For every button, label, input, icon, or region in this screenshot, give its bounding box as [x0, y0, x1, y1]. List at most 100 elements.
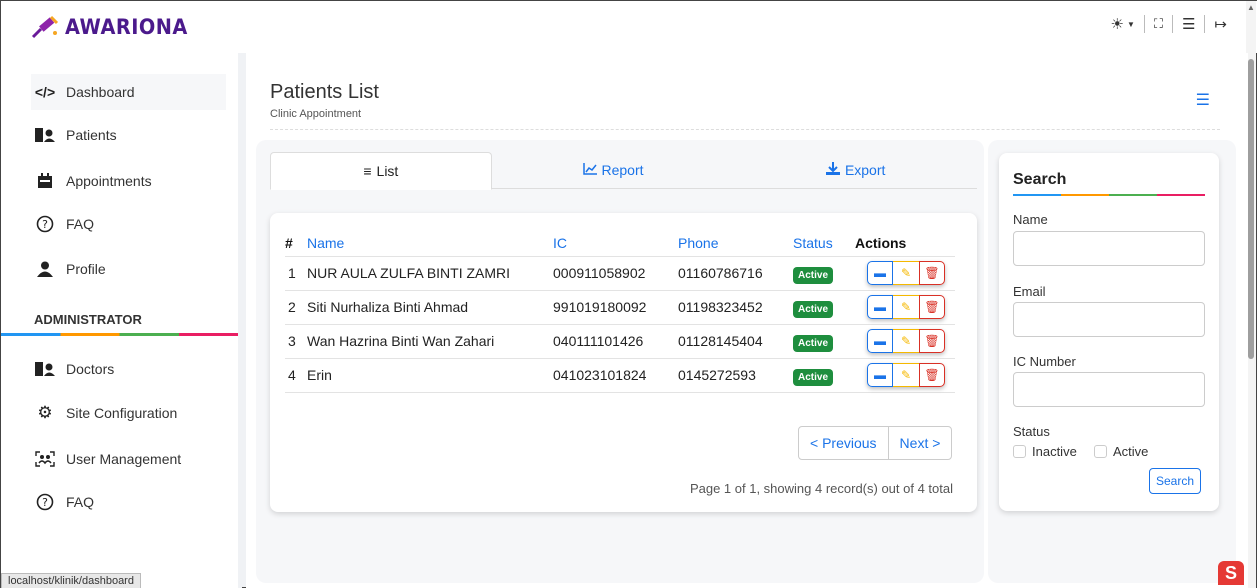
delete-button[interactable]: 🗑: [919, 261, 945, 285]
row-action-group: ▬ ✎ 🗑: [867, 363, 945, 387]
edit-button[interactable]: ✎: [893, 261, 919, 285]
folder-open-icon: ▬: [874, 266, 886, 280]
caret-down-icon: ▼: [1126, 19, 1135, 29]
delete-button[interactable]: 🗑: [919, 363, 945, 387]
tab-bar: ≡ List Report Export: [270, 152, 977, 190]
ic-number-field[interactable]: [1013, 372, 1205, 407]
column-header-phone[interactable]: Phone: [678, 230, 793, 256]
column-header-actions: Actions: [855, 234, 907, 251]
table-row: 1 NUR AULA ZULFA BINTI ZAMRI 00091105890…: [285, 255, 955, 290]
brand[interactable]: AWARIONA: [31, 15, 198, 39]
question-icon: ?: [34, 215, 56, 233]
fullscreen-button[interactable]: ⛶: [1145, 16, 1172, 32]
patient-name: Wan Hazrina Binti Wan Zahari: [307, 323, 553, 358]
delete-button[interactable]: 🗑: [919, 329, 945, 353]
sidebar-item-label: Doctors: [66, 361, 115, 377]
active-checkbox[interactable]: Active: [1094, 444, 1148, 459]
actions-cell: ▬ ✎ 🗑: [855, 255, 955, 290]
gear-icon: ⚙: [37, 403, 53, 422]
sidebar-item-label: Dashboard: [66, 84, 135, 100]
sidebar-item-label: User Management: [66, 451, 182, 467]
align-icon: ☰: [1181, 16, 1196, 33]
patient-name: Siti Nurhaliza Binti Ahmad: [307, 289, 553, 324]
tab-export[interactable]: Export: [734, 152, 977, 188]
sidebar-item-label: Profile: [66, 261, 106, 277]
sidebar-item-patients[interactable]: Patients: [31, 117, 226, 153]
trash-icon: 🗑: [924, 368, 940, 382]
view-button[interactable]: ▬: [867, 329, 893, 353]
tab-label: List: [376, 163, 399, 179]
patient-ic: 991019180092: [553, 289, 678, 324]
view-button[interactable]: ▬: [867, 261, 893, 285]
patient-phone: 0145272593: [678, 357, 793, 393]
edit-icon: ✎: [900, 266, 912, 280]
sidebar-item-label: FAQ: [66, 216, 95, 232]
patient-ic: 040111101426: [553, 323, 678, 358]
email-label: Email: [1013, 284, 1046, 299]
sidebar-item-label: Patients: [66, 127, 117, 143]
table-header-row: # Name IC Phone Status Actions: [285, 230, 955, 256]
hamburger-menu-icon[interactable]: ☰: [1196, 90, 1210, 110]
patient-phone: 01198323452: [678, 289, 793, 324]
column-header-name[interactable]: Name: [307, 230, 553, 256]
page-subtitle: Clinic Appointment: [270, 108, 362, 120]
column-header-ic[interactable]: IC: [553, 230, 678, 256]
sidebar-item-appointments[interactable]: Appointments: [31, 163, 226, 199]
patient-ic: 041023101824: [553, 357, 678, 393]
row-number: 1: [285, 255, 307, 290]
logout-button[interactable]: ↦: [1205, 15, 1236, 33]
previous-page-button[interactable]: < Previous: [799, 427, 888, 459]
doctors-icon: [34, 361, 56, 377]
checkbox-box[interactable]: [1094, 445, 1107, 458]
sidebar-item-user-management[interactable]: User Management: [31, 441, 226, 477]
name-field[interactable]: [1013, 231, 1205, 266]
top-bar: AWARIONA ☀ ▼ ⛶ ☰ ↦: [1, 1, 1257, 53]
tab-label: Report: [601, 162, 644, 178]
scroll-thumb[interactable]: [1248, 59, 1254, 359]
sidebar-item-site-configuration[interactable]: ⚙ Site Configuration: [31, 395, 226, 431]
sidebar-item-label: Site Configuration: [66, 405, 178, 421]
section-title-administrator: ADMINISTRATOR: [34, 312, 142, 327]
sidebar-item-faq[interactable]: ? FAQ: [31, 206, 226, 242]
row-action-group: ▬ ✎ 🗑: [867, 295, 945, 319]
theme-toggle[interactable]: ☀ ▼: [1101, 15, 1143, 33]
row-action-group: ▬ ✎ 🗑: [867, 329, 945, 353]
edit-button[interactable]: ✎: [893, 295, 919, 319]
ic-number-label: IC Number: [1013, 354, 1076, 369]
align-button[interactable]: ☰: [1173, 15, 1204, 33]
tab-list[interactable]: ≡ List: [270, 152, 492, 190]
edit-icon: ✎: [900, 334, 912, 348]
next-page-button[interactable]: Next >: [887, 427, 952, 459]
search-title-divider: [1013, 194, 1205, 196]
folder-open-icon: ▬: [874, 300, 886, 314]
sidebar-item-admin-faq[interactable]: ? FAQ: [31, 484, 226, 520]
scroll-up-icon[interactable]: ▲: [1247, 3, 1255, 12]
checkbox-box[interactable]: [1013, 445, 1026, 458]
search-title: Search: [1013, 171, 1067, 188]
patient-ic: 000911058902: [553, 255, 678, 290]
status-cell: Active: [793, 357, 855, 393]
code-icon: </>: [34, 84, 56, 100]
floating-app-logo-icon[interactable]: S: [1218, 561, 1244, 585]
edit-button[interactable]: ✎: [893, 329, 919, 353]
sidebar-item-profile[interactable]: Profile: [31, 251, 226, 287]
section-divider: [1, 333, 238, 336]
tab-report[interactable]: Report: [492, 152, 735, 188]
svg-text:?: ?: [42, 218, 48, 231]
column-header-status[interactable]: Status: [793, 230, 855, 256]
status-badge: Active: [793, 369, 834, 386]
view-button[interactable]: ▬: [867, 363, 893, 387]
email-field[interactable]: [1013, 302, 1205, 337]
sidebar-item-dashboard[interactable]: </> Dashboard: [31, 74, 226, 110]
view-button[interactable]: ▬: [867, 295, 893, 319]
table-row: 4 Erin 041023101824 0145272593 Active ▬ …: [285, 357, 955, 393]
patient-phone: 01128145404: [678, 323, 793, 358]
inactive-checkbox[interactable]: Inactive: [1013, 444, 1077, 459]
svg-text:?: ?: [42, 496, 48, 509]
edit-button[interactable]: ✎: [893, 363, 919, 387]
download-icon: [825, 162, 840, 178]
search-button[interactable]: Search: [1149, 468, 1202, 494]
delete-button[interactable]: 🗑: [919, 295, 945, 319]
sidebar-item-doctors[interactable]: Doctors: [31, 351, 226, 387]
status-cell: Active: [793, 289, 855, 324]
